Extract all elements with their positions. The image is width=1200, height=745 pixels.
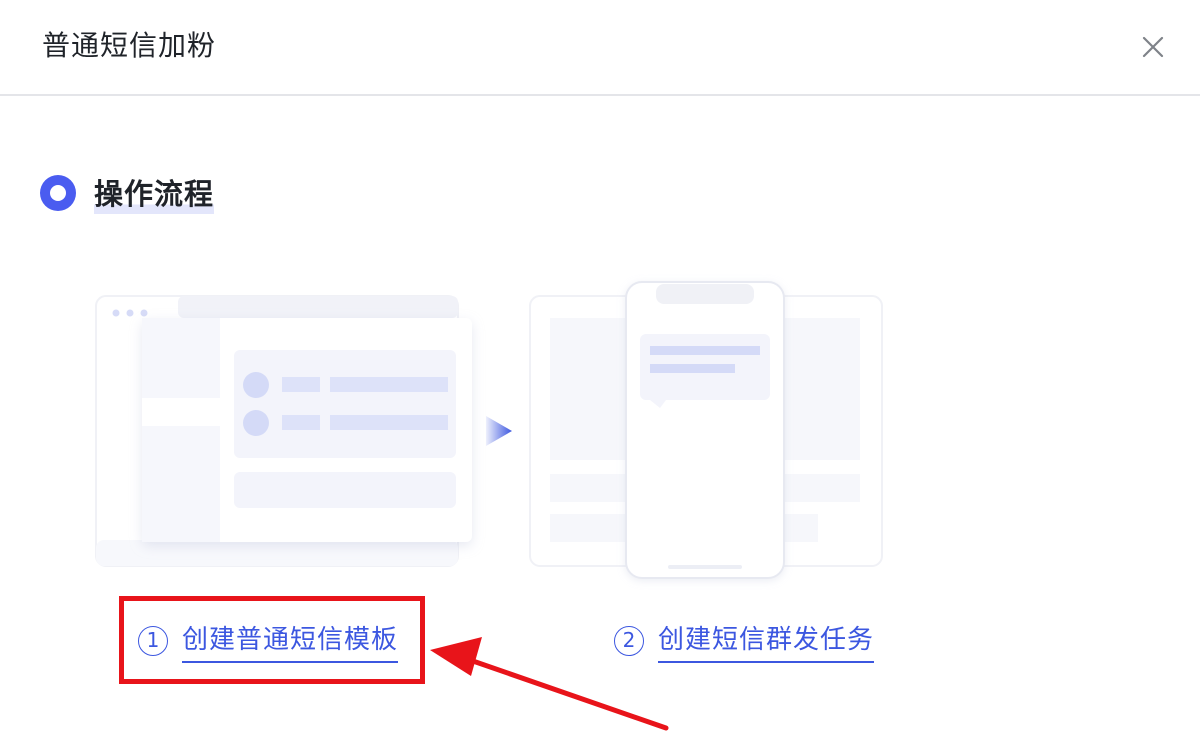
sms-task-illustration [529, 281, 883, 579]
annotation-highlight-box [119, 596, 425, 684]
dialog-title: 普通短信加粉 [42, 29, 217, 62]
create-task-link[interactable]: 创建短信群发任务 [658, 620, 875, 663]
close-icon [1142, 36, 1164, 58]
step-2-number: 2 [614, 626, 644, 656]
close-button[interactable] [1136, 30, 1170, 64]
dialog: 普通短信加粉 操作流程 1 创建普通短信模板 2 创建短信群发任务 [0, 0, 1200, 745]
dialog-header: 普通短信加粉 [0, 0, 1200, 96]
radio-dot-icon [40, 175, 76, 211]
step-2: 2 创建短信群发任务 [614, 618, 875, 664]
flow-arrow-icon [486, 416, 512, 446]
template-illustration [95, 295, 472, 567]
section-title: 操作流程 [94, 172, 215, 216]
